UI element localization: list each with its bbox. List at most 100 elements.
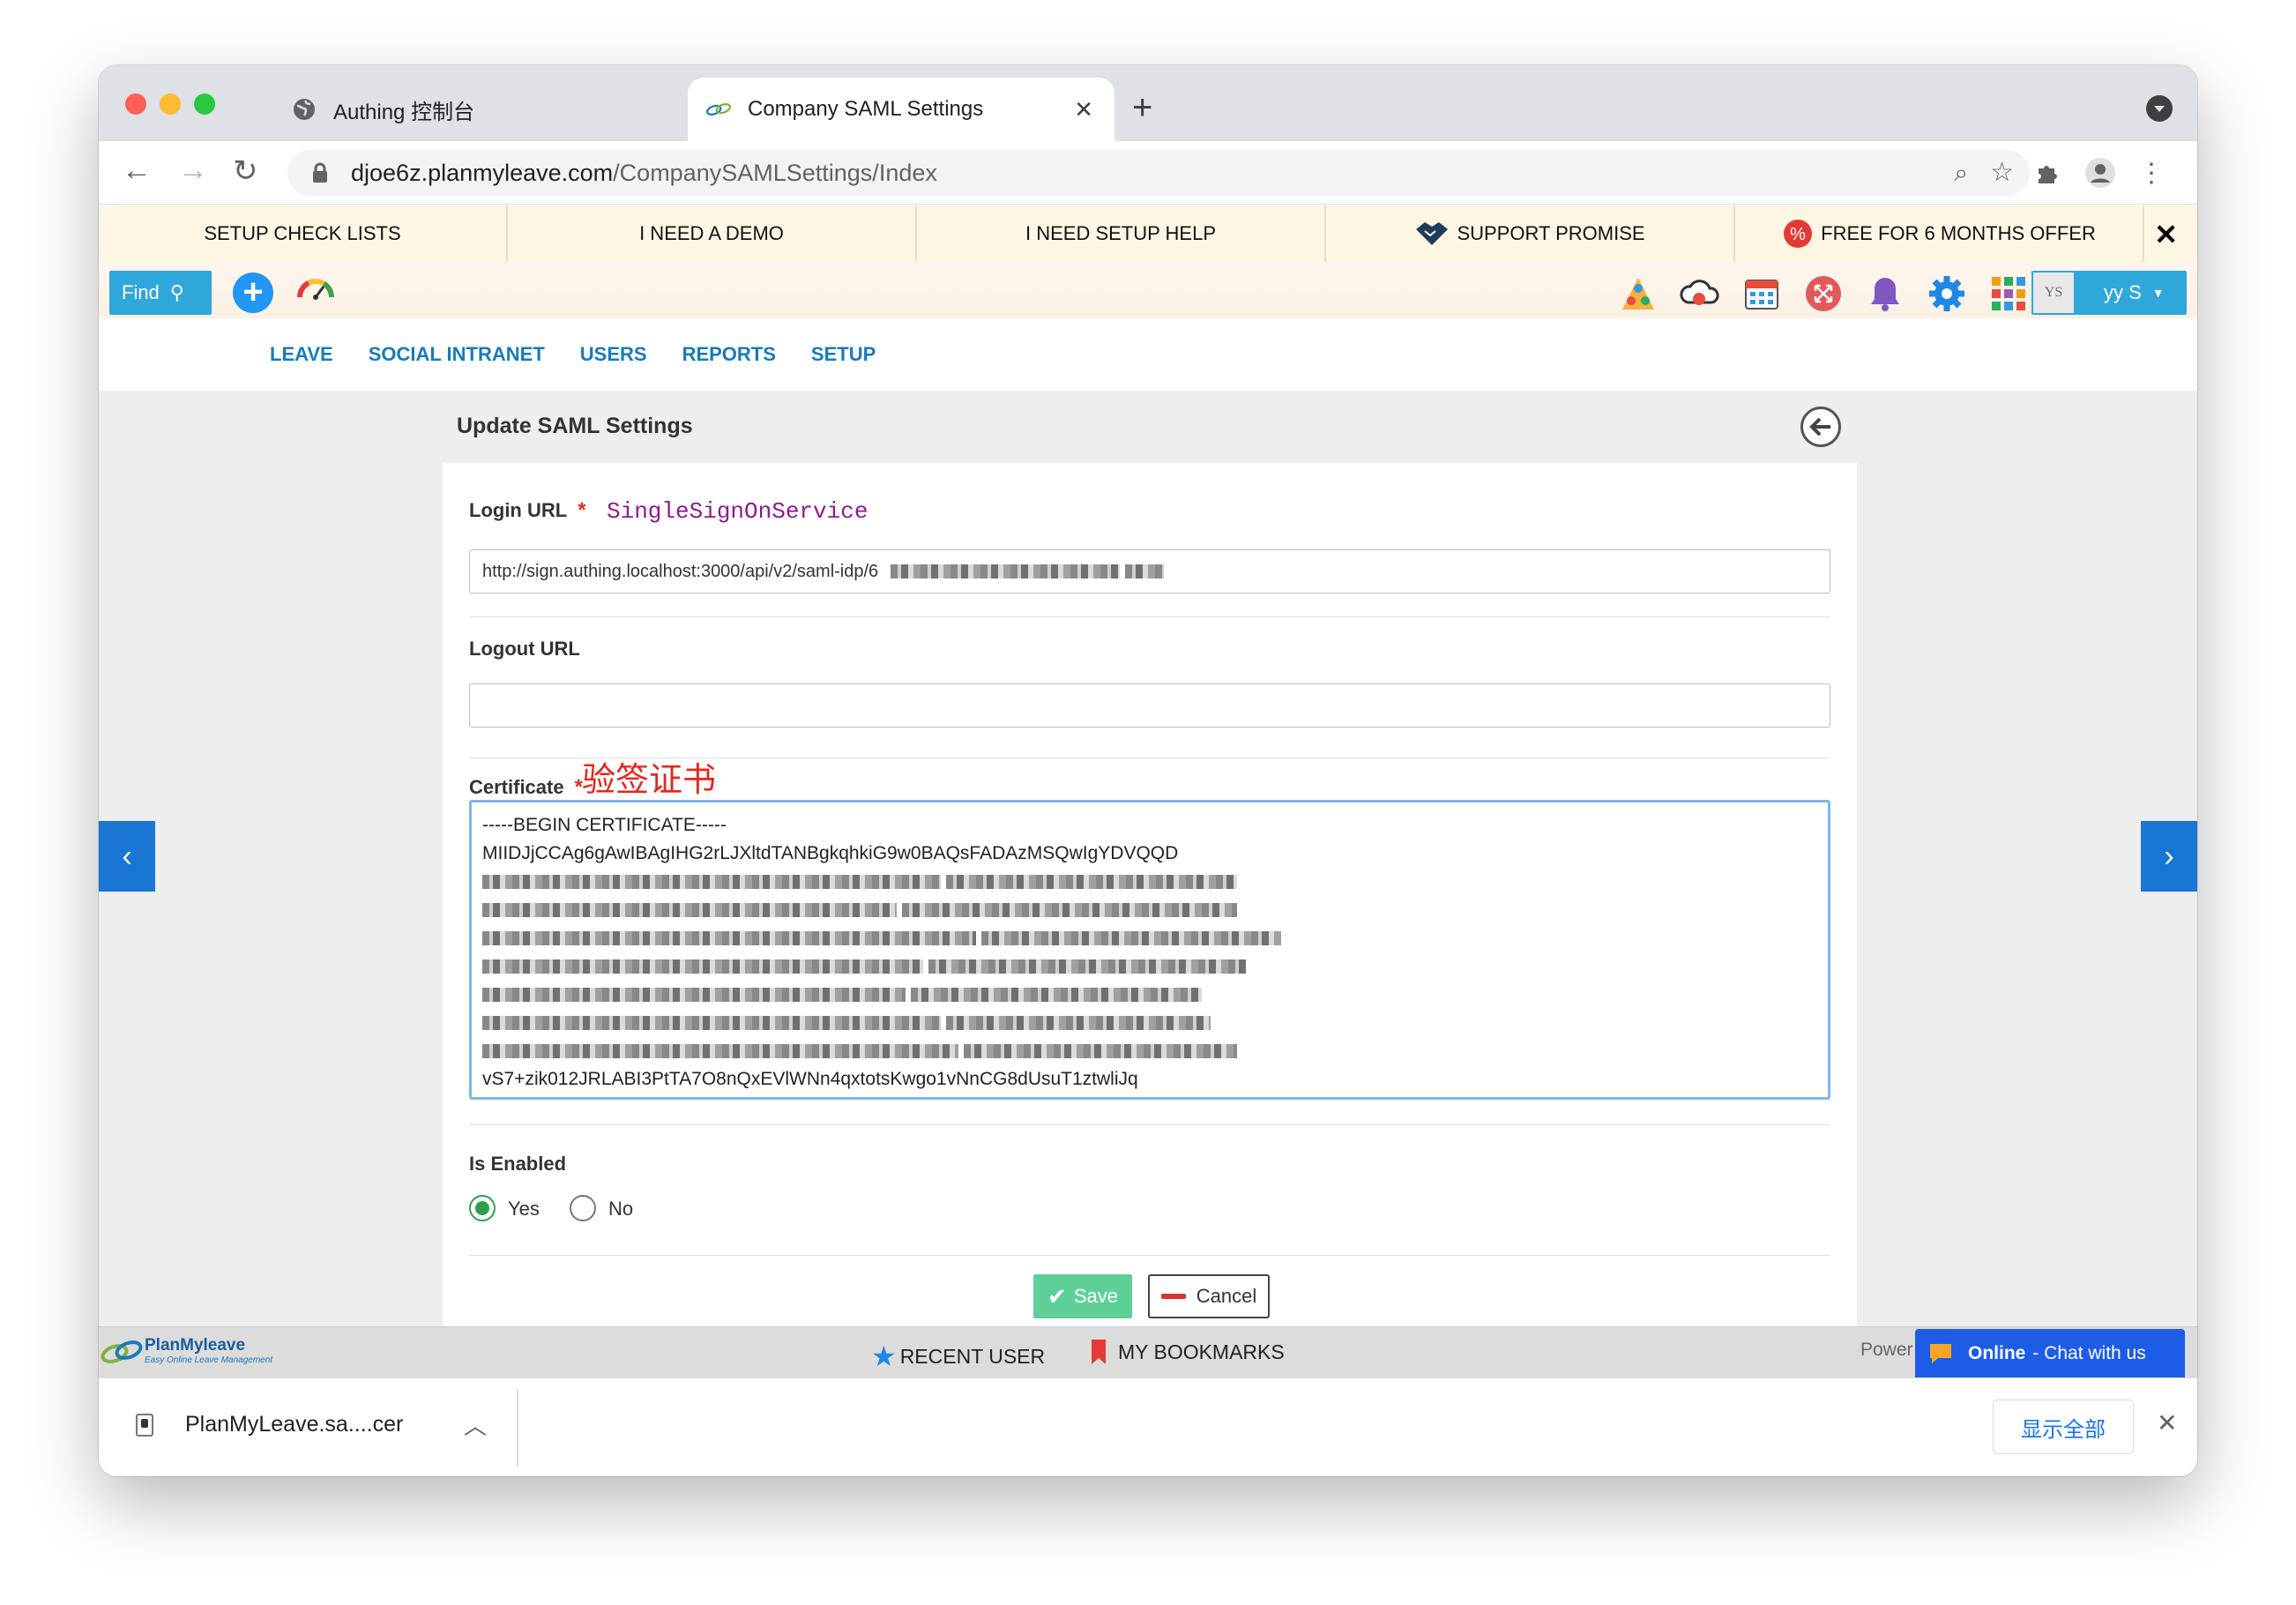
apps-grid-icon[interactable] (1987, 272, 2030, 315)
prev-page-button[interactable]: ‹ (99, 821, 155, 892)
enabled-no-radio[interactable] (570, 1195, 596, 1221)
download-shelf: PlanMyLeave.sa....cer ︿ 显示全部 ✕ (99, 1377, 2197, 1476)
reload-icon[interactable]: ↻ (233, 153, 258, 189)
nav-leave[interactable]: LEAVE (270, 343, 333, 366)
my-bookmarks-link[interactable]: MY BOOKMARKS (1090, 1340, 1285, 1364)
checkmark-icon: ✔ (1047, 1282, 1067, 1310)
need-demo-link[interactable]: I NEED A DEMO (508, 205, 917, 262)
recent-user-link[interactable]: ★ RECENT USER (871, 1340, 1045, 1373)
redacted-line (482, 924, 1817, 952)
bookmark-star-icon[interactable]: ☆ (1990, 157, 2014, 188)
logout-url-input[interactable] (469, 683, 1830, 728)
minus-icon (1160, 1294, 1186, 1299)
minimize-window-button[interactable] (160, 93, 181, 115)
calendar-icon[interactable] (1741, 272, 1783, 315)
saml-settings-form: Login URL * SingleSignOnService http://si… (443, 463, 1857, 1326)
svg-text:%: % (1790, 225, 1806, 244)
certificate-label: Certificate * (469, 775, 583, 799)
tab-search-icon[interactable] (2146, 95, 2173, 122)
redacted-line (482, 981, 1817, 1009)
back-arrow-icon[interactable]: ← (122, 153, 152, 188)
chain-link-icon (705, 96, 732, 123)
close-tab-icon[interactable]: ✕ (1074, 96, 1093, 123)
divider (469, 616, 1830, 617)
settings-gear-icon[interactable] (1926, 272, 1968, 315)
chevron-up-icon[interactable]: ︿ (464, 1408, 487, 1441)
back-arrow-icon (1809, 417, 1830, 437)
certificate-line: vS7+zik012JRLABI3PtTA7O8nQxEVlWNn4qxtots… (482, 1069, 1138, 1089)
tab-title: Authing 控制台 (333, 100, 475, 124)
address-bar[interactable]: djoe6z.planmyleave.com/CompanySAMLSettin… (287, 150, 2030, 196)
forward-arrow-icon[interactable]: → (178, 153, 208, 188)
redacted-line (482, 868, 1817, 896)
close-window-button[interactable] (125, 93, 146, 115)
user-menu-button[interactable]: YS yy S ▼ (2031, 271, 2187, 315)
certificate-textarea[interactable]: -----BEGIN CERTIFICATE----- MIIDJjCCAg6g… (469, 800, 1830, 1100)
enabled-no-label: No (608, 1198, 634, 1220)
free-offer-link[interactable]: % FREE FOR 6 MONTHS OFFER (1735, 205, 2144, 262)
certificate-line: -----BEGIN CERTIFICATE----- (482, 815, 727, 835)
url-host: djoe6z.planmyleave.com (351, 159, 614, 186)
team-icon[interactable] (1617, 272, 1659, 315)
browser-toolbar: ← → ↻ djoe6z.planmyleave.com/CompanySAML… (99, 141, 2197, 205)
dashboard-gauge-icon[interactable] (294, 271, 337, 313)
login-url-input[interactable]: http://sign.authing.localhost:3000/api/v… (469, 549, 1830, 593)
globe-icon (291, 96, 317, 123)
notification-bell-icon[interactable] (1864, 272, 1906, 315)
show-all-button[interactable]: 显示全部 (1993, 1400, 2134, 1454)
content-area: Update SAML Settings ‹ › Login URL * Sing… (99, 391, 2197, 1326)
need-setup-help-link[interactable]: I NEED SETUP HELP (917, 205, 1326, 262)
redacted-line (482, 1009, 1817, 1037)
find-button[interactable]: Find ⚲ (109, 271, 212, 315)
tab-company-saml[interactable]: Company SAML Settings ✕ (688, 78, 1114, 141)
user-name: yy S (2104, 281, 2142, 303)
divider (517, 1389, 518, 1467)
divider (469, 1255, 1830, 1256)
redacted-line (482, 1037, 1817, 1065)
close-promo-icon[interactable]: ✕ (2154, 218, 2178, 251)
handshake-icon (1416, 222, 1449, 245)
nav-reports[interactable]: REPORTS (682, 343, 776, 366)
zoom-icon[interactable]: ⌕ (1954, 159, 1968, 188)
logout-url-label: Logout URL (469, 638, 580, 660)
download-file-name[interactable]: PlanMyLeave.sa....cer (185, 1412, 403, 1437)
add-icon[interactable]: + (233, 272, 273, 313)
back-button[interactable] (1800, 407, 1841, 447)
setup-check-lists-link[interactable]: SETUP CHECK LISTS (99, 205, 508, 262)
login-url-annotation: SingleSignOnService (607, 498, 868, 525)
nav-social-intranet[interactable]: SOCIAL INTRANET (369, 343, 545, 366)
close-shelf-icon[interactable]: ✕ (2157, 1408, 2177, 1437)
nav-users[interactable]: USERS (580, 343, 647, 366)
cancel-button[interactable]: Cancel (1148, 1274, 1270, 1318)
chat-button[interactable]: Online - Chat with us (1915, 1329, 2185, 1378)
percent-badge-icon: % (1784, 220, 1813, 248)
maximize-window-button[interactable] (194, 93, 215, 115)
extensions-icon[interactable] (2031, 157, 2063, 189)
cloud-leave-icon[interactable] (1679, 272, 1721, 315)
certificate-line: MIIDJjCCAg6gAwIBAgIHG2rLJXltdTANBgkqhkiG… (482, 843, 1179, 863)
enabled-yes-radio[interactable] (469, 1195, 496, 1221)
app-footer: PlanMyleave Easy Online Leave Management… (99, 1326, 2197, 1378)
app-bar: Find ⚲ + YS yy S ▼ (99, 262, 2197, 318)
profile-icon[interactable] (2084, 157, 2116, 189)
chat-bubble-icon (1930, 1344, 1951, 1363)
enabled-yes-label: Yes (508, 1198, 540, 1220)
support-promise-link[interactable]: SUPPORT PROMISE (1326, 205, 1735, 262)
new-tab-button[interactable]: + (1132, 88, 1152, 128)
menu-kebab-icon[interactable]: ⋮ (2136, 157, 2167, 189)
url-path: /CompanySAMLSettings/Index (613, 159, 937, 186)
lock-icon (313, 162, 327, 183)
star-icon: ★ (871, 1340, 897, 1372)
avatar: YS (2033, 272, 2074, 313)
nav-setup[interactable]: SETUP (811, 343, 876, 366)
expand-icon[interactable] (1802, 272, 1845, 315)
next-page-button[interactable]: › (2141, 821, 2197, 892)
divider (469, 1124, 1830, 1125)
powered-by-text: Power (1860, 1340, 1913, 1360)
required-marker: * (578, 498, 586, 522)
save-button[interactable]: ✔ Save (1033, 1274, 1132, 1318)
planmyleave-logo[interactable]: PlanMyleave Easy Online Leave Management (99, 1334, 293, 1370)
browser-window: Authing 控制台 ✕ Company SAML Settings ✕ + … (99, 65, 2197, 1476)
main-nav: LEAVE SOCIAL INTRANET USERS REPORTS SETU… (99, 318, 2197, 391)
redacted-text (1125, 564, 1165, 579)
